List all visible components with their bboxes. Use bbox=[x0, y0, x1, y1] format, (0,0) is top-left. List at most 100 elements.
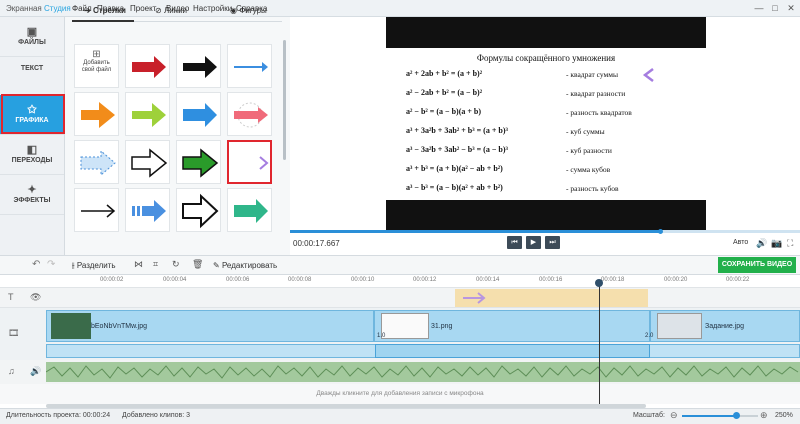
quality-select[interactable]: Авто bbox=[733, 239, 748, 246]
tab-shapes[interactable]: ◉ Фигуры bbox=[230, 3, 267, 19]
arrow-tile-thin-black[interactable] bbox=[74, 188, 119, 232]
trim-icon[interactable]: ⋈ bbox=[134, 259, 143, 270]
green-arrow-icon bbox=[132, 103, 166, 127]
arrow-tile-blue-block[interactable] bbox=[176, 92, 221, 136]
audio-volume-icon[interactable]: 🔊 bbox=[30, 366, 41, 377]
ruler-tick: 00:00:20 bbox=[664, 277, 688, 283]
seek-progress bbox=[290, 230, 660, 233]
gradient-arrow-icon bbox=[235, 156, 269, 170]
teal-arrow-icon bbox=[234, 199, 268, 223]
arrow-tile-outline[interactable] bbox=[125, 140, 170, 184]
zoom-out-icon[interactable]: ⊖ bbox=[670, 410, 678, 421]
menu-project[interactable]: Проект bbox=[130, 4, 156, 13]
crop-icon[interactable]: ⌗ bbox=[153, 259, 158, 270]
sidebar-item-effects[interactable]: ✦ ЭФФЕКТЫ bbox=[0, 175, 64, 215]
delete-icon[interactable]: 🗑 bbox=[192, 259, 203, 270]
formula-label: - разность кубов bbox=[566, 184, 619, 193]
arrow-tile-outline-wide[interactable] bbox=[176, 188, 221, 232]
formula-label: - сумма кубов bbox=[566, 165, 611, 174]
add-file-icon: ⊞ bbox=[92, 49, 101, 60]
blue-arrow-icon bbox=[234, 62, 268, 72]
video-track-icon: 🎞 bbox=[8, 328, 20, 338]
ruler-tick: 00:00:02 bbox=[100, 277, 124, 283]
zoom-in-icon[interactable]: ⊕ bbox=[760, 410, 768, 421]
zoom-slider-fill bbox=[682, 415, 734, 417]
formula-label: - куб разности bbox=[566, 146, 612, 155]
sidebar-item-text[interactable]: ТЕКСТ bbox=[0, 57, 64, 97]
fullscreen-icon[interactable]: ⛶ bbox=[787, 238, 793, 249]
tab-arrows[interactable]: ➔ Стрелки bbox=[84, 3, 126, 19]
ruler-tick: 00:00:08 bbox=[288, 277, 312, 283]
play-button[interactable]: ▶ bbox=[526, 236, 541, 249]
prev-frame-button[interactable]: ⏮ bbox=[507, 236, 522, 249]
arrow-tile-blue-dashed[interactable] bbox=[74, 140, 119, 184]
arrow-tile-blue-thin[interactable] bbox=[227, 44, 272, 88]
split-button[interactable]: ⫲ Разделить bbox=[72, 261, 116, 271]
playhead-handle[interactable] bbox=[595, 279, 603, 287]
magic-wand-icon: ✦ bbox=[27, 184, 37, 196]
undo-icon[interactable]: ↶ bbox=[32, 259, 40, 270]
seek-handle[interactable] bbox=[658, 229, 663, 234]
clip-name: 31.png bbox=[431, 323, 453, 330]
arrow-tile-blue-stripes[interactable] bbox=[125, 188, 170, 232]
ruler-tick: 00:00:04 bbox=[163, 277, 187, 283]
purple-arrow-overlay-icon bbox=[642, 68, 694, 82]
redo-icon[interactable]: ↷ bbox=[47, 259, 55, 270]
arrow-tile-black[interactable] bbox=[176, 44, 221, 88]
save-video-button[interactable]: СОХРАНИТЬ ВИДЕО bbox=[718, 257, 796, 273]
orange-arrow-icon bbox=[81, 102, 115, 128]
black-arrow-icon bbox=[183, 56, 217, 78]
sidebar-item-transitions[interactable]: ◧ ПЕРЕХОДЫ bbox=[0, 135, 64, 175]
menu-settings[interactable]: Настройки bbox=[193, 4, 232, 13]
rotate-icon[interactable]: ↻ bbox=[172, 259, 180, 270]
arrow-tile-teal[interactable] bbox=[227, 188, 272, 232]
minimize-icon[interactable]: — bbox=[752, 2, 766, 14]
playhead[interactable] bbox=[599, 280, 600, 404]
ruler-tick: 00:00:14 bbox=[476, 277, 500, 283]
visibility-icon[interactable]: 👁 bbox=[30, 292, 41, 303]
transition-badge: 1.0 bbox=[377, 333, 386, 339]
ruler-tick: 00:00:22 bbox=[726, 277, 750, 283]
ruler-tick: 00:00:16 bbox=[539, 277, 563, 283]
arrow-tile-gradient-selected[interactable] bbox=[227, 140, 272, 184]
current-time: 00:00:17.667 bbox=[293, 239, 340, 248]
next-frame-button[interactable]: ⏭ bbox=[545, 236, 560, 249]
clip-item[interactable]: Задание.jpg 2.0 bbox=[645, 310, 800, 342]
zoom-label: Масштаб: bbox=[633, 412, 665, 419]
striped-arrow-icon bbox=[132, 200, 166, 222]
formula-row: a³ − b³ = (a − b)(a² + ab + b²) bbox=[406, 183, 503, 192]
clip-thumbnail bbox=[51, 313, 91, 339]
slide-frame: Формулы сокращённого умножения a² + 2ab … bbox=[386, 48, 706, 200]
volume-icon[interactable]: 🔊 bbox=[756, 238, 767, 249]
close-icon[interactable]: ✕ bbox=[784, 2, 798, 14]
library-scrollbar[interactable] bbox=[283, 40, 286, 160]
arrow-tile-orange[interactable] bbox=[74, 92, 119, 136]
arrow-overlay-clip[interactable] bbox=[455, 289, 648, 307]
formula-row: a² + 2ab + b² = (a + b)² bbox=[406, 69, 483, 78]
clip-item[interactable]: bEoNbVnTMw.jpg bbox=[46, 310, 374, 342]
formula-row: a² − b² = (a − b)(a + b) bbox=[406, 107, 482, 116]
selected-clip-range[interactable] bbox=[375, 344, 650, 358]
timeline-toolbar bbox=[0, 255, 800, 275]
camera-icon[interactable]: 📷 bbox=[771, 238, 782, 249]
formula-label: - квадрат суммы bbox=[566, 70, 619, 79]
add-file-tile[interactable]: ⊞ Добавить свой файл bbox=[74, 44, 119, 88]
text-track[interactable] bbox=[0, 288, 800, 308]
formula-row: a³ + b³ = (a + b)(a² − ab + b²) bbox=[406, 164, 503, 173]
status-bar bbox=[0, 408, 800, 424]
ruler-tick: 00:00:18 bbox=[601, 277, 625, 283]
arrow-tile-green-3d[interactable] bbox=[176, 140, 221, 184]
arrow-tile-red[interactable] bbox=[125, 44, 170, 88]
ruler-tick: 00:00:10 bbox=[351, 277, 375, 283]
slide-title: Формулы сокращённого умножения bbox=[476, 53, 616, 63]
sidebar-item-files[interactable]: ▣ ФАЙЛЫ bbox=[0, 17, 64, 57]
tab-lines[interactable]: ⊘ Линии bbox=[155, 3, 187, 19]
arrow-tile-pink[interactable] bbox=[227, 92, 272, 136]
arrow-tile-green[interactable] bbox=[125, 92, 170, 136]
maximize-icon[interactable]: □ bbox=[768, 2, 782, 14]
pink-arrow-icon bbox=[234, 102, 268, 128]
audio-waveform[interactable] bbox=[45, 362, 800, 382]
zoom-slider-handle[interactable] bbox=[733, 412, 740, 419]
edit-button[interactable]: ✎ Редактировать bbox=[213, 261, 277, 270]
clip-item[interactable]: 31.png 1.0 bbox=[374, 310, 650, 342]
